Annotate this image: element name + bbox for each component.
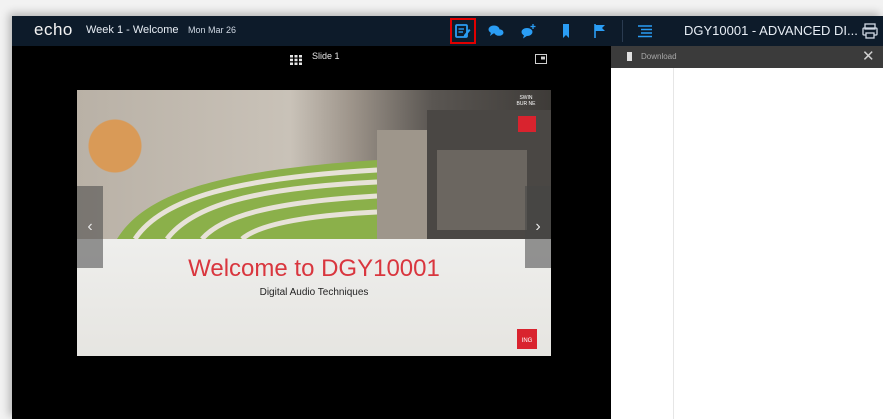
printer-icon[interactable] xyxy=(861,22,879,40)
notes-panel: Download ✕ xyxy=(611,46,883,419)
outline-icon[interactable] xyxy=(636,22,654,40)
swinburne-logo: SWIN BUR NE xyxy=(516,95,536,107)
expand-icon[interactable] xyxy=(535,51,547,69)
notes-margin-line xyxy=(673,68,674,419)
slide-subtitle: Digital Audio Techniques xyxy=(259,287,369,298)
download-button[interactable]: Download xyxy=(641,52,677,61)
bookmark-icon xyxy=(627,52,632,61)
slide-header: Slide 1 xyxy=(12,46,611,68)
toolbar-divider xyxy=(622,20,623,42)
close-icon[interactable]: ✕ xyxy=(862,47,875,65)
slide-image: SWIN BUR NE Welcome to DGY10001 Digital … xyxy=(77,90,551,356)
notes-panel-header: Download ✕ xyxy=(611,46,883,68)
campus-lawn-graphic xyxy=(117,110,551,239)
brand-badge: ING xyxy=(517,329,537,349)
next-slide-button[interactable]: › xyxy=(525,186,551,268)
slide-title: Welcome to DGY10001 xyxy=(188,255,440,282)
add-question-icon[interactable] xyxy=(519,22,537,40)
grid-icon[interactable] xyxy=(290,52,302,70)
slide-caption-area: Welcome to DGY10001 Digital Audio Techni… xyxy=(77,239,551,356)
notes-icon[interactable] xyxy=(450,18,476,44)
top-bar: echo Week 1 - Welcome Mon Mar 26 DGY1000… xyxy=(12,16,883,46)
brand-red-block xyxy=(518,116,536,132)
course-title[interactable]: DGY10001 - ADVANCED DI... xyxy=(684,23,858,38)
bookmark-icon[interactable] xyxy=(557,22,575,40)
lecture-title: Week 1 - Welcome xyxy=(86,24,179,36)
flag-icon[interactable] xyxy=(591,22,609,40)
previous-slide-button[interactable]: ‹ xyxy=(77,186,103,268)
discussion-icon[interactable] xyxy=(487,22,505,40)
echo-logo: echo xyxy=(34,20,73,39)
slide-label: Slide 1 xyxy=(312,51,340,61)
echo360-player: echo Week 1 - Welcome Mon Mar 26 DGY1000… xyxy=(12,16,883,419)
lecture-date: Mon Mar 26 xyxy=(188,25,237,35)
